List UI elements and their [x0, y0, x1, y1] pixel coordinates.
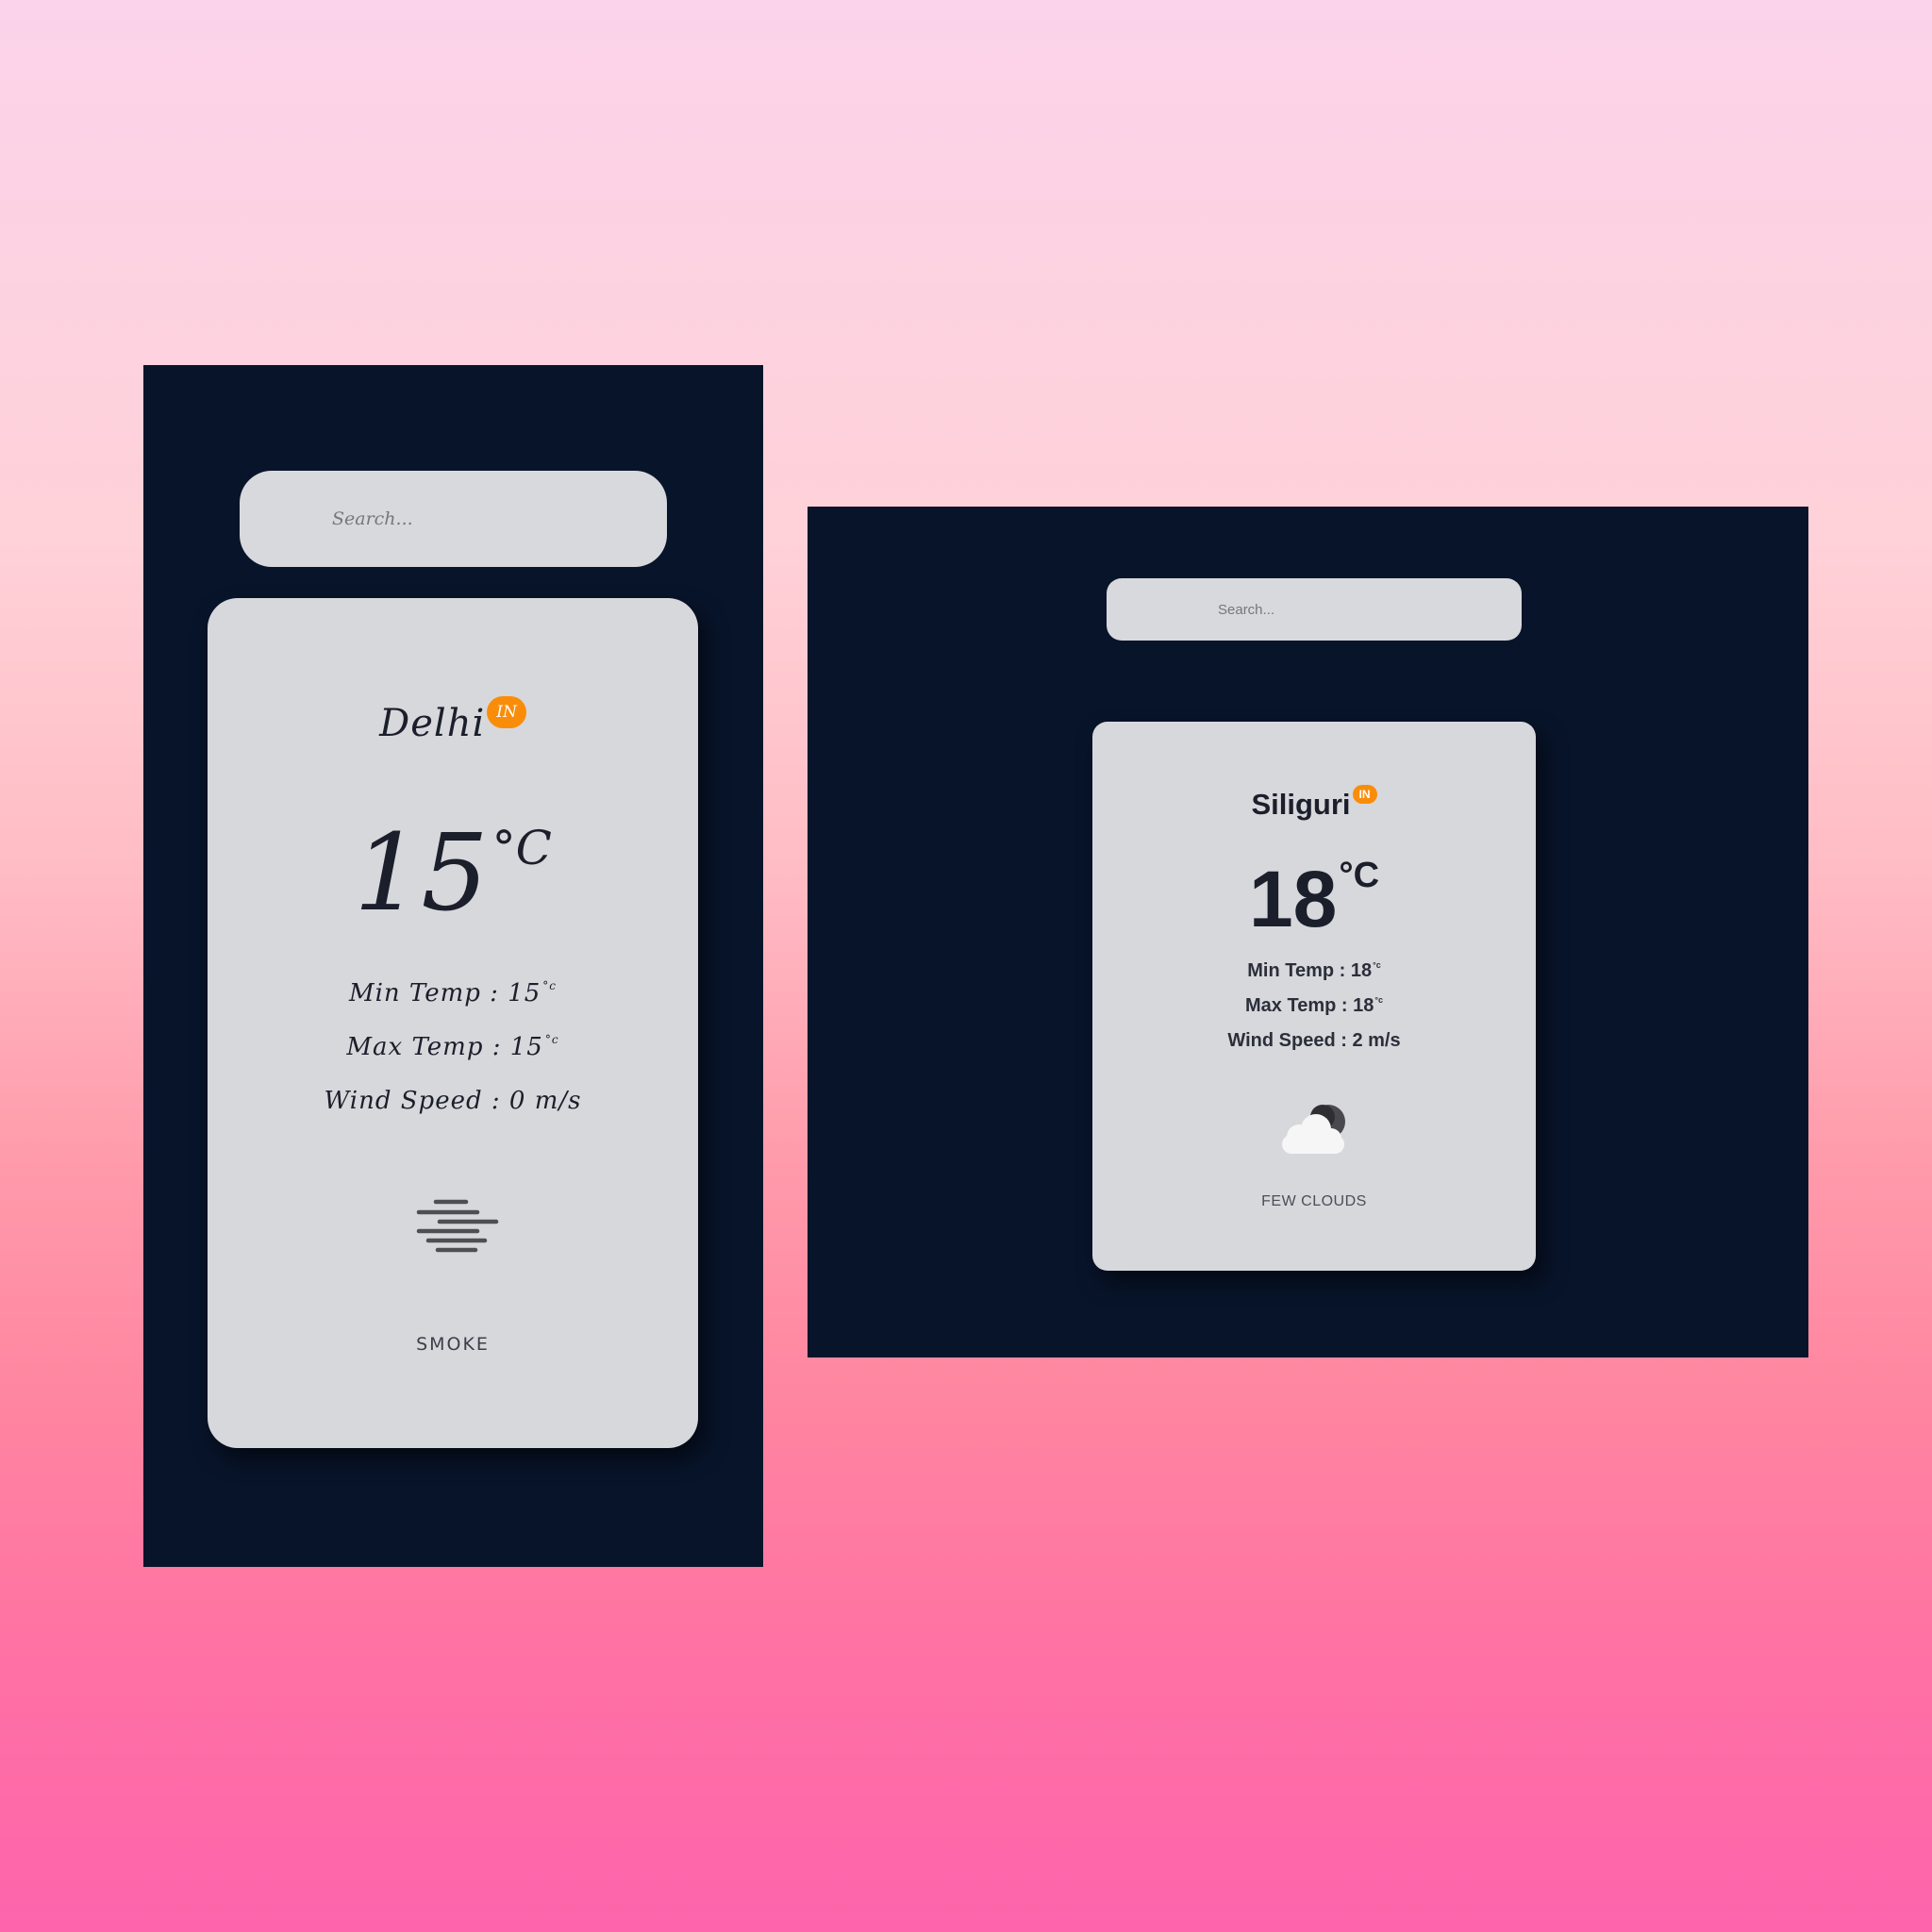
wind-speed-line: Wind Speed : 0 m/s [208, 1087, 698, 1115]
search-input[interactable] [1107, 578, 1522, 641]
haze-icon [406, 1192, 500, 1258]
location-heading: Delhi IN [208, 696, 698, 745]
current-temperature: 18°C [1092, 854, 1536, 944]
temperature-unit: °C [491, 821, 552, 875]
max-temp-value: 18 [1353, 995, 1374, 1016]
weather-card: Siliguri IN 18°C Min Temp : 18°c Max Temp… [1092, 722, 1536, 1271]
weather-description: SMOKE [416, 1334, 490, 1355]
temperature-value: 18 [1248, 855, 1338, 943]
max-temp-label: Max Temp : [1245, 995, 1348, 1016]
current-temperature: 15°C [208, 817, 698, 930]
min-temp-value: 15 [508, 979, 541, 1008]
weather-card: Delhi IN 15°C Min Temp : 15 °c Max Temp : … [208, 598, 698, 1448]
wind-speed-value: 0 m/s [508, 1087, 582, 1115]
weather-app-screenshot-delhi: DelhiIN 15°C Min Temp : 15°c Max Temp : … [143, 365, 763, 1567]
wind-speed-label: Wind Speed : [324, 1087, 501, 1115]
weather-app-screenshot-siliguri: SiliguriIN 18°C Min Temp : 18°c Max Temp… [808, 507, 1808, 1357]
min-temp-line: Min Temp : 15 °c [208, 979, 698, 1008]
temperature-value: 15 [354, 812, 489, 935]
max-temp-line: Max Temp : 18°c [1092, 995, 1536, 1017]
max-temp-line: Max Temp : 15 °c [208, 1033, 698, 1061]
max-temp-unit: °c [1374, 995, 1383, 1005]
location-heading: Siliguri IN [1092, 785, 1536, 822]
max-temp-unit: °c [544, 1033, 559, 1046]
wind-speed-line: Wind Speed : 2 m/s [1092, 1030, 1536, 1052]
min-temp-line: Min Temp : 18°c [1092, 960, 1536, 982]
min-temp-value: 18 [1350, 960, 1373, 981]
min-temp-label: Min Temp : [348, 979, 499, 1008]
search-input[interactable] [240, 471, 667, 567]
min-temp-unit: °c [1373, 960, 1381, 970]
country-badge: IN [1352, 785, 1377, 804]
few-clouds-night-icon [1276, 1099, 1357, 1160]
wind-speed-value: 2 m/s [1352, 1030, 1401, 1051]
temperature-unit: °C [1339, 856, 1380, 895]
wind-speed-label: Wind Speed : [1227, 1030, 1347, 1051]
weather-description: FEW CLOUDS [1261, 1193, 1367, 1209]
max-temp-value: 15 [509, 1033, 543, 1061]
city-name: Delhi [379, 702, 486, 745]
country-badge: IN [487, 696, 526, 728]
max-temp-label: Max Temp : [346, 1033, 502, 1061]
min-temp-label: Min Temp : [1247, 960, 1346, 981]
min-temp-unit: °c [542, 979, 558, 992]
city-name: Siliguri [1251, 788, 1351, 821]
